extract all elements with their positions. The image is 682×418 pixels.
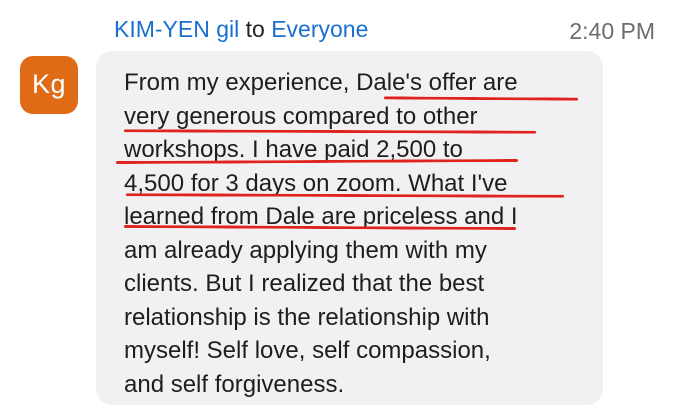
recipient-name[interactable]: Everyone [271,16,368,42]
message-line: very generous compared to other [124,102,478,130]
message-line: myself! Self love, self compassion, [124,337,491,364]
message-line: From my experience, Dale's offer are [124,69,518,96]
message-line: am already applying them with my [124,236,487,264]
message-line: and self forgiveness. [124,370,345,398]
message-line: clients. But I realized that the best [124,270,485,297]
connector-text: to [245,16,265,42]
message-body: From my experience, Dale's offer are ver… [124,66,594,401]
timestamp: 2:40 PM [569,18,655,44]
chat-message: KIM-YEN gil to Everyone 2:40 PM Kg From … [0,0,682,418]
message-header: KIM-YEN gil to Everyone [114,14,368,44]
sender-name[interactable]: KIM-YEN gil [114,16,239,42]
avatar[interactable]: Kg [20,56,78,114]
message-line: relationship is the relationship with [124,303,490,331]
